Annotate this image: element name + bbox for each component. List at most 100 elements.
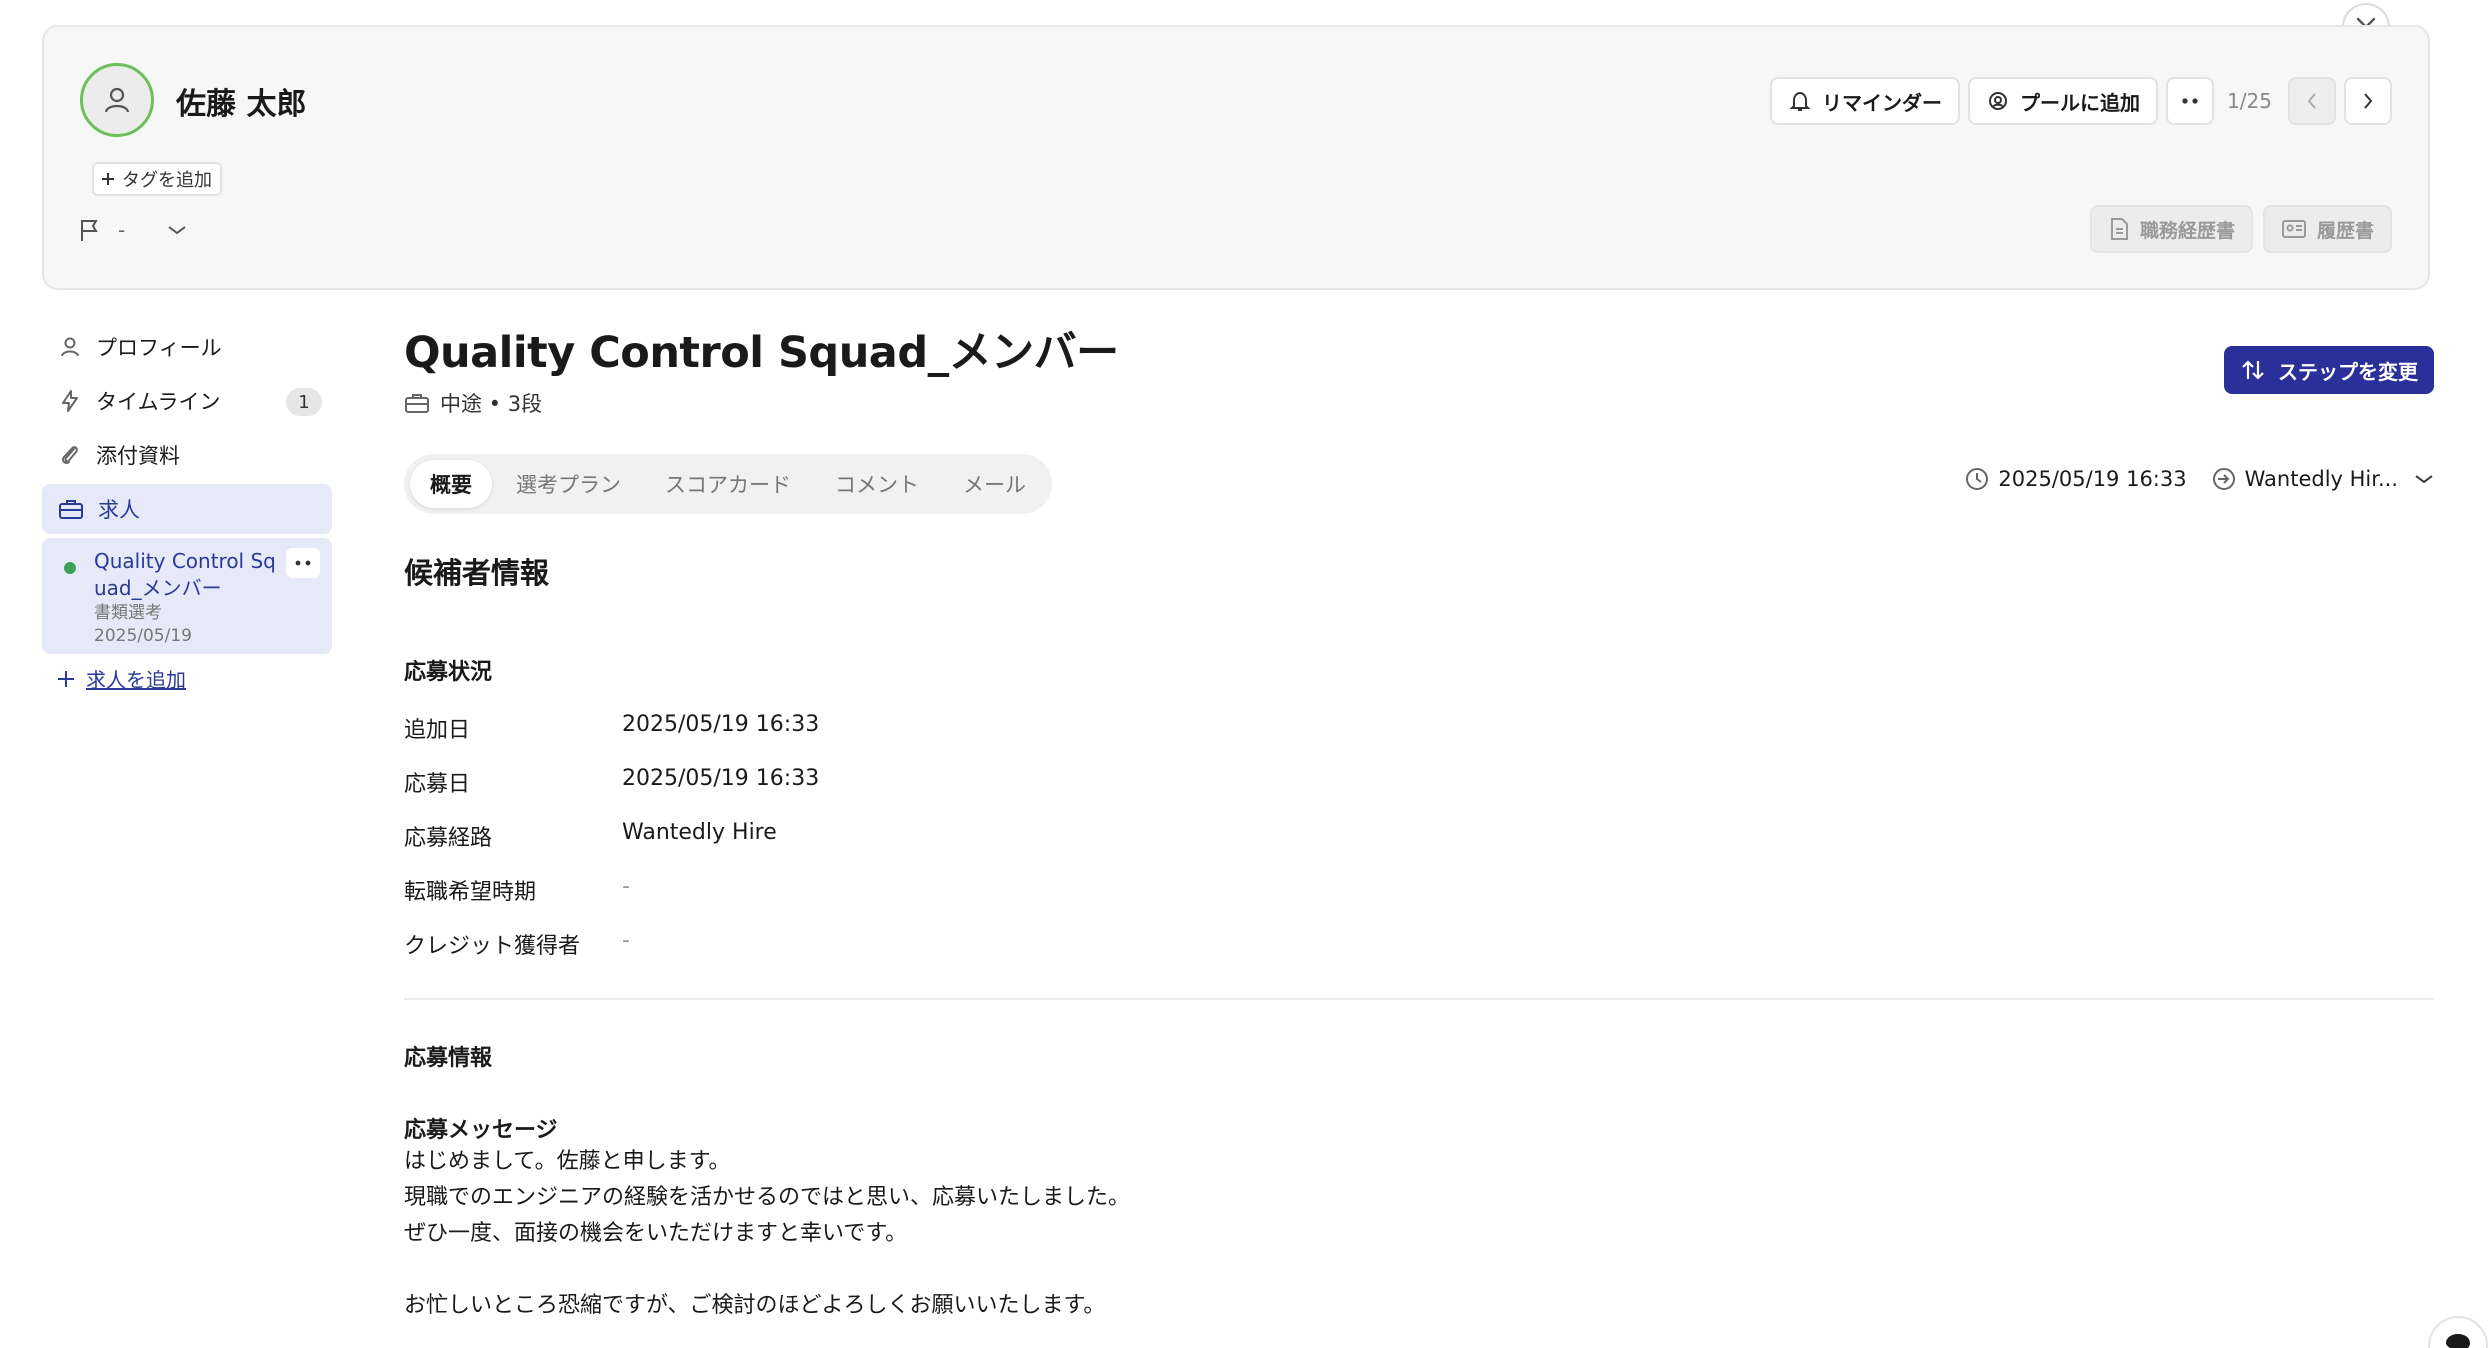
change-step-label: ステップを変更 [2278,359,2418,384]
more-icon [295,560,311,566]
field-application-source: 応募経路 Wantedly Hire [404,820,777,852]
field-value: 2025/05/19 16:33 [622,766,820,791]
field-desired-timing: 転職希望時期 - [404,874,630,906]
job-application-card[interactable]: Quality Control Squad_メンバー 書類選考 2025/05/… [42,538,332,654]
sidebar-item-label: 添付資料 [96,444,180,468]
document-icon [2110,218,2128,240]
job-card-title: Quality Control Squad_メンバー [94,549,276,600]
source-selector[interactable]: Wantedly Hir... [2211,466,2434,492]
message-line: お忙しいところ恐縮ですが、ご検討のほどよろしくお願いいたします。 [404,1293,1106,1318]
sidebar-item-attachments[interactable]: 添付資料 [42,430,332,480]
resume-button[interactable]: 履歴書 [2262,205,2392,253]
detail-tabs: 概要 選考プラン スコアカード コメント メール [404,454,1052,514]
field-added-date: 追加日 2025/05/19 16:33 [404,712,819,744]
section-divider [404,998,2434,1000]
sidebar-item-profile[interactable]: プロフィール [42,322,332,372]
field-applied-date: 応募日 2025/05/19 16:33 [404,766,819,798]
message-line: はじめまして。佐藤と申します。 [404,1149,731,1174]
paperclip-icon [62,446,78,464]
add-tag-button[interactable]: タグを追加 [92,162,222,196]
reminder-button[interactable]: リマインダー [1770,77,1960,125]
job-card-date: 2025/05/19 [94,626,192,646]
main-content: Quality Control Squad_メンバー 中途 • 3段 ステップを… [404,318,2434,1318]
field-credit-owner: クレジット獲得者 - [404,928,630,960]
application-info-heading: 応募情報 [404,1046,493,1071]
field-label: 追加日 [404,718,471,743]
add-to-pool-button[interactable]: プールに追加 [1968,77,2158,125]
plus-icon [58,670,74,687]
candidate-header: 佐藤 太郎 タグを追加 - リマインダー プールに追加 1/25 職務経歴書 履… [42,25,2430,290]
more-icon [2182,98,2198,104]
flag-icon [81,220,98,241]
application-status-heading: 応募状況 [404,660,493,685]
pool-icon [1989,92,2007,110]
message-line: 現職でのエンジニアの経験を活かせるのではと思い、応募いたしました。 [404,1185,1131,1210]
sidebar: プロフィール タイムライン 1 添付資料 求人 Quality Control … [42,322,332,693]
tab-selection-plan[interactable]: 選考プラン [496,460,641,508]
job-title: Quality Control Squad_メンバー [404,328,1119,378]
chevron-down-icon [2415,475,2433,484]
application-message-heading: 応募メッセージ [404,1118,558,1143]
chat-button[interactable] [2428,1316,2488,1348]
sign-in-icon [2212,468,2235,490]
more-button[interactable] [2166,77,2214,125]
candidate-name: 佐藤 太郎 [176,87,307,122]
work-history-button[interactable]: 職務経歴書 [2089,205,2253,253]
job-meta-text: 中途 • 3段 [440,392,543,416]
resume-label: 履歴書 [2316,219,2374,242]
add-job-label: 求人を追加 [86,668,186,692]
header-actions: リマインダー プールに追加 [1770,77,2214,125]
applied-datetime: 2025/05/19 16:33 [1964,466,2187,492]
source-value: Wantedly Hir... [2244,467,2398,491]
briefcase-icon [405,394,429,413]
job-status-dot [64,562,76,574]
chevron-down-icon [168,226,186,235]
add-to-pool-label: プールに追加 [2020,90,2140,115]
tab-scorecard[interactable]: スコアカード [645,460,811,508]
chevron-left-icon [2307,93,2316,109]
person-icon [61,337,79,357]
candidate-info-heading: 候補者情報 [404,556,550,590]
job-card-more-button[interactable] [286,548,320,578]
prev-candidate-button[interactable] [2288,77,2336,125]
change-step-button[interactable]: ステップを変更 [2224,346,2434,394]
timeline-count-badge: 1 [286,388,322,416]
sidebar-item-label: プロフィール [96,336,222,360]
plus-icon [102,173,114,185]
flag-selector[interactable]: - [78,217,187,243]
field-value: - [622,874,630,899]
sidebar-item-jobs[interactable]: 求人 [42,484,332,534]
field-value: - [622,928,630,953]
id-card-icon [2281,220,2306,238]
sidebar-item-label: タイムライン [96,390,221,414]
sidebar-item-timeline[interactable]: タイムライン 1 [42,376,332,426]
job-meta: 中途 • 3段 [404,388,2434,418]
swap-icon [2242,360,2264,380]
candidate-pager: 1/25 [2227,77,2392,125]
flag-value: - [118,218,126,242]
sidebar-item-label: 求人 [98,498,140,522]
field-value: Wantedly Hire [622,820,777,845]
briefcase-icon [59,500,83,519]
work-history-label: 職務経歴書 [2139,219,2235,242]
reminder-label: リマインダー [1822,90,1942,115]
next-candidate-button[interactable] [2344,77,2392,125]
applied-datetime-value: 2025/05/19 16:33 [1998,467,2187,491]
lightning-icon [62,390,78,412]
pager-count: 1/25 [2227,89,2272,113]
application-summary: 2025/05/19 16:33 Wantedly Hir... [1964,466,2434,492]
tab-comment[interactable]: コメント [815,460,939,508]
field-value: 2025/05/19 16:33 [622,712,820,737]
tab-overview[interactable]: 概要 [410,460,492,508]
field-label: 転職希望時期 [404,880,537,905]
clock-icon [1966,468,1989,490]
add-tag-label: タグを追加 [122,170,212,191]
message-line: ぜひ一度、面接の機会をいただけますと幸いです。 [404,1221,908,1246]
chat-bubble-icon [2446,1334,2470,1348]
person-icon [104,87,130,113]
tab-mail[interactable]: メール [943,460,1046,508]
avatar [80,63,154,137]
add-job-link[interactable]: 求人を追加 [42,664,332,693]
bell-icon [1789,91,1811,111]
document-actions: 職務経歴書 履歴書 [2089,205,2392,253]
